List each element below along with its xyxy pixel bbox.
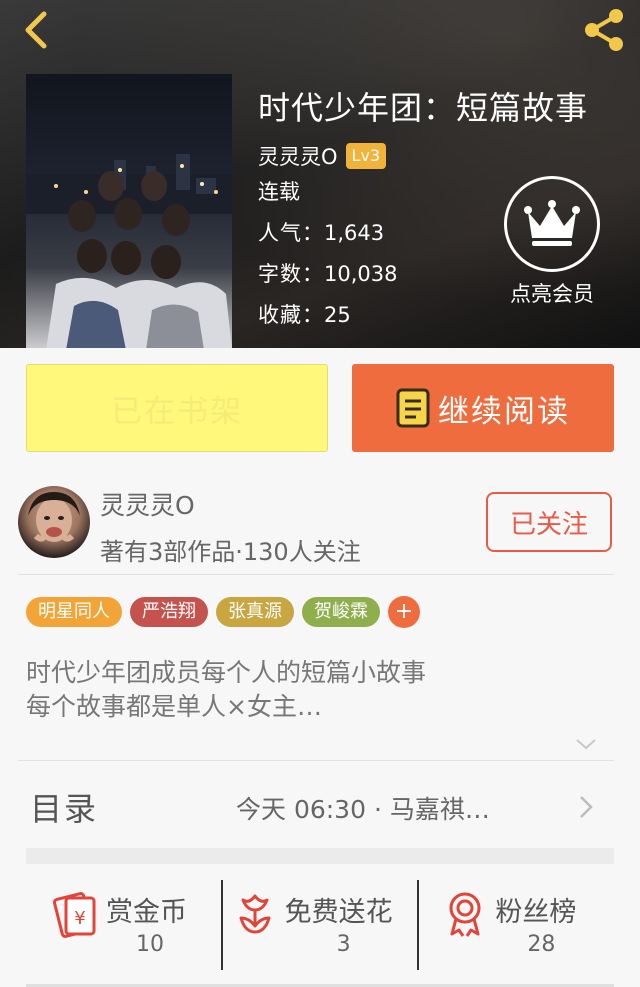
author-avatar[interactable] <box>18 486 90 558</box>
author-card: 灵灵灵O 著有3部作品·130人关注 已关注 <box>0 474 640 572</box>
tag-item[interactable]: 严浩翔 <box>130 597 208 627</box>
vip-label: 点亮会员 <box>510 282 594 306</box>
section-separator <box>26 848 614 864</box>
back-arrow-icon <box>25 11 47 49</box>
book-icon <box>396 388 430 428</box>
flower-icon <box>235 890 275 940</box>
crown-icon <box>524 200 580 246</box>
medal-icon <box>445 890 485 942</box>
fan-ranking-button[interactable]: 粉丝榜 28 <box>417 880 614 970</box>
continue-reading-label: 继续阅读 <box>438 393 570 430</box>
tag-item[interactable]: 明星同人 <box>26 597 122 627</box>
tag-item[interactable]: 张真源 <box>216 597 294 627</box>
chevron-down-icon <box>576 739 596 750</box>
author-name[interactable]: 灵灵灵O <box>258 141 338 171</box>
share-button[interactable] <box>580 6 628 54</box>
reward-coins-label: 赏金币 <box>106 897 187 928</box>
add-tag-button[interactable]: + <box>388 596 420 628</box>
popularity-label: 人气： <box>258 221 324 245</box>
reward-coins-value: 10 <box>136 932 164 957</box>
book-title: 时代少年团：短篇故事 <box>258 89 589 127</box>
fan-ranking-label: 粉丝榜 <box>495 897 577 928</box>
vip-button[interactable]: 点亮会员 <box>500 176 604 308</box>
level-badge: Lv3 <box>345 143 387 169</box>
vip-circle <box>504 176 600 272</box>
tag-item[interactable]: 贺峻霖 <box>302 597 380 627</box>
author-card-meta: 著有3部作品·130人关注 <box>100 538 361 566</box>
catalog-label: 目录 <box>30 790 99 828</box>
chevron-right-icon <box>578 794 594 824</box>
catalog-row[interactable]: 目录 今天 06:30 · 马嘉祺… <box>0 770 640 846</box>
author-line: 灵灵灵O Lv3 <box>258 140 588 172</box>
synopsis-line: 时代少年团成员每个人的短篇小故事 <box>26 658 427 687</box>
continue-reading-button[interactable]: 继续阅读 <box>352 364 614 452</box>
fan-ranking-value: 28 <box>527 932 556 957</box>
latest-chapter: 今天 06:30 · 马嘉祺… <box>236 795 490 824</box>
reward-coins-button[interactable]: ¥ 赏金币 10 <box>26 880 221 970</box>
expand-synopsis-button[interactable] <box>574 736 598 755</box>
share-icon <box>585 9 623 51</box>
on-shelf-label: 已在书架 <box>111 393 243 430</box>
send-flower-button[interactable]: 免费送花 3 <box>220 880 418 970</box>
book-synopsis[interactable]: 时代少年团成员每个人的短篇小故事 每个故事都是单人×女主… <box>26 656 426 724</box>
synopsis-line: 每个故事都是单人×女主… <box>26 692 322 721</box>
send-flower-label: 免费送花 <box>284 897 393 928</box>
follow-button[interactable]: 已关注 <box>486 492 612 552</box>
favorites-label: 收藏： <box>258 303 324 327</box>
author-card-name[interactable]: 灵灵灵O <box>100 486 195 522</box>
follow-label: 已关注 <box>509 509 588 540</box>
tag-list: 明星同人 严浩翔 张真源 贺峻霖 + <box>26 596 420 628</box>
book-cover-image[interactable] <box>26 74 232 348</box>
favorites-value: 25 <box>324 303 351 327</box>
divider <box>18 574 614 575</box>
book-header: 时代少年团：短篇故事 灵灵灵O Lv3 连载 人气：1,643 字数：10,03… <box>0 0 640 348</box>
back-button[interactable] <box>18 8 58 52</box>
word-count-label: 字数： <box>258 262 324 286</box>
on-shelf-button[interactable]: 已在书架 <box>26 364 328 452</box>
stats-row: ¥ 赏金币 10 免费送花 3 粉丝榜 28 <box>26 880 614 970</box>
popularity-value: 1,643 <box>324 221 385 245</box>
word-count-value: 10,038 <box>324 262 398 286</box>
divider <box>18 760 614 761</box>
red-envelope-icon: ¥ <box>52 890 100 942</box>
svg-text:¥: ¥ <box>74 908 85 929</box>
send-flower-value: 3 <box>336 932 351 957</box>
